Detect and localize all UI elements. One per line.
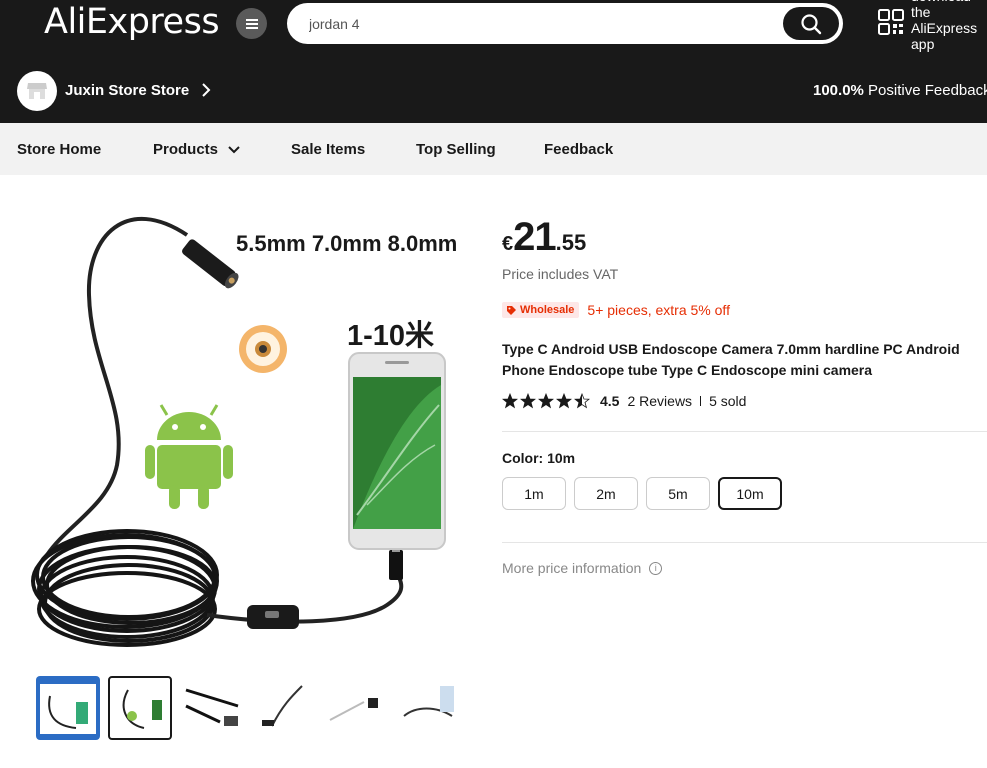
- wholesale-promo[interactable]: Wholesale 5+ pieces, extra 5% off: [502, 302, 730, 318]
- nav-sale-items[interactable]: Sale Items: [291, 141, 365, 158]
- search-icon: [801, 13, 822, 34]
- product-title-line: Phone Endoscope tube Type C Endoscope mi…: [502, 362, 873, 378]
- thumbnail-4[interactable]: [252, 676, 316, 740]
- nav-feedback[interactable]: Feedback: [544, 141, 613, 158]
- star-icon: [556, 393, 572, 409]
- tag-icon: [507, 305, 516, 315]
- positive-feedback: 100.0% Positive Feedback: [813, 82, 987, 99]
- nav-products-label: Products: [153, 141, 219, 158]
- price-decimal: .55: [555, 230, 587, 255]
- wholesale-badge: Wholesale: [502, 302, 580, 318]
- more-price-label: More price information: [502, 560, 642, 576]
- app-text-line: AliExpress: [911, 20, 978, 36]
- app-text-line: the: [911, 4, 931, 20]
- qr-code-icon: [878, 9, 904, 35]
- store-nav: Store Home Products Sale Items Top Selli…: [0, 123, 987, 175]
- price-currency: €: [502, 233, 514, 255]
- thumbnail-image: [329, 698, 378, 721]
- product-title: Type C Android USB Endoscope Camera 7.0m…: [502, 339, 987, 381]
- thumbnail-image: [403, 686, 454, 717]
- nav-store-home[interactable]: Store Home: [17, 141, 101, 158]
- rating-stars: [502, 393, 592, 409]
- divider: [502, 431, 987, 432]
- option-10m[interactable]: 10m: [718, 477, 782, 510]
- option-2m[interactable]: 2m: [574, 477, 638, 510]
- star-icon: [520, 393, 536, 409]
- search-bar: [287, 3, 843, 44]
- app-text-line: app: [911, 36, 935, 52]
- feedback-label: Positive Feedback: [868, 82, 987, 99]
- product-price: €21.55: [502, 215, 586, 260]
- chevron-down-icon: [228, 145, 240, 153]
- option-5m[interactable]: 5m: [646, 477, 710, 510]
- download-app-link[interactable]: download the AliExpress app: [878, 0, 978, 52]
- top-header: AliExpress download the AliExpress app: [0, 0, 987, 123]
- endoscope-product-image: [31, 216, 446, 647]
- info-icon[interactable]: i: [649, 561, 663, 575]
- aliexpress-logo[interactable]: AliExpress: [44, 2, 220, 42]
- feedback-percent: 100.0%: [813, 82, 864, 99]
- image-overlay-sizes: 5.5mm 7.0mm 8.0mm: [236, 231, 458, 256]
- store-icon: [27, 83, 47, 99]
- thumbnail-3[interactable]: [180, 676, 244, 740]
- product-main-image[interactable]: 5.5mm 7.0mm 8.0mm 1-10米: [27, 205, 487, 655]
- thumbnail-image: [122, 689, 162, 729]
- option-1m[interactable]: 1m: [502, 477, 566, 510]
- nav-top-selling[interactable]: Top Selling: [416, 141, 496, 158]
- chevron-right-icon[interactable]: [201, 81, 211, 99]
- store-bar: Juxin Store Store 100.0% Positive Feedba…: [0, 62, 987, 122]
- divider: [502, 542, 987, 543]
- hamburger-icon: [245, 22, 258, 25]
- nav-products[interactable]: Products: [153, 141, 241, 158]
- search-input[interactable]: [309, 3, 779, 44]
- store-name[interactable]: Juxin Store Store: [65, 82, 189, 99]
- wholesale-badge-label: Wholesale: [520, 304, 575, 316]
- thumbnail-2[interactable]: [108, 676, 172, 740]
- star-icon: [502, 393, 518, 409]
- vat-note: Price includes VAT: [502, 266, 619, 282]
- wholesale-text: 5+ pieces, extra 5% off: [587, 302, 730, 318]
- thumbnail-image: [262, 685, 303, 727]
- thumbnail-1[interactable]: [36, 676, 100, 740]
- thumbnail-6[interactable]: [396, 676, 460, 740]
- star-icon: [538, 393, 554, 409]
- color-label: Color: 10m: [502, 450, 576, 466]
- download-app-text: download the AliExpress app: [911, 0, 978, 52]
- rating-row: 4.5 2 Reviews 5 sold: [502, 393, 746, 409]
- product-title-line: Type C Android USB Endoscope Camera 7.0m…: [502, 341, 960, 357]
- thumbnail-5[interactable]: [324, 676, 388, 740]
- reviews-link[interactable]: 2 Reviews: [627, 393, 692, 409]
- price-integer: 21: [513, 215, 556, 259]
- image-overlay-length: 1-10米: [347, 320, 435, 352]
- menu-button[interactable]: [236, 8, 267, 39]
- thumbnail-image: [40, 684, 96, 734]
- sold-count: 5 sold: [709, 393, 747, 409]
- divider: [700, 396, 702, 406]
- more-price-info[interactable]: More price information i: [502, 560, 663, 576]
- rating-score: 4.5: [600, 393, 620, 409]
- thumbnail-image: [185, 688, 239, 726]
- store-avatar[interactable]: [17, 71, 57, 111]
- star-icon: [574, 393, 590, 409]
- search-button[interactable]: [783, 7, 839, 40]
